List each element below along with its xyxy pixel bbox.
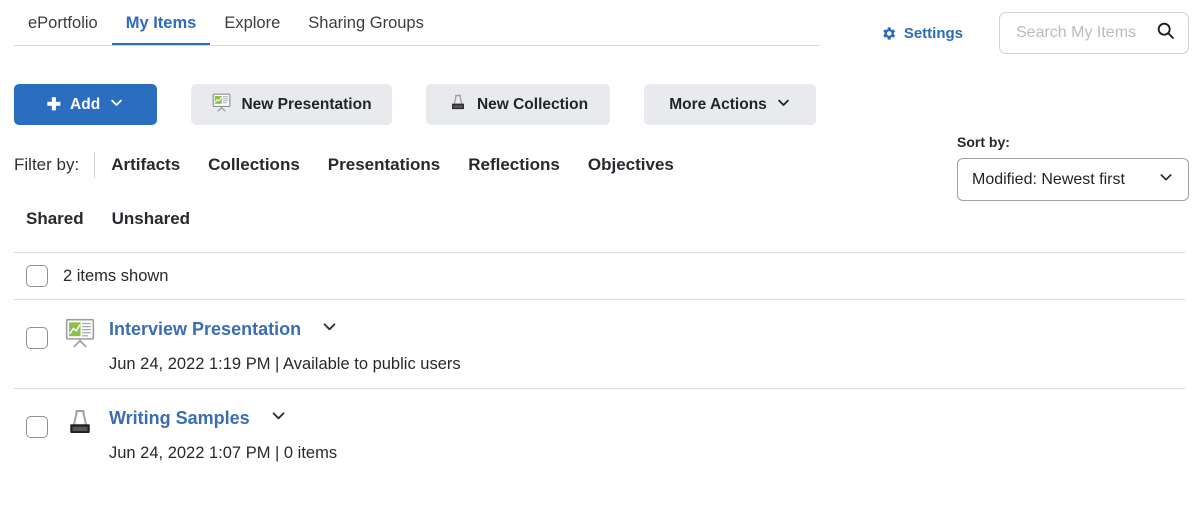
new-presentation-button[interactable]: New Presentation <box>191 84 392 125</box>
share-filter-shared[interactable]: Shared <box>26 209 84 229</box>
chevron-down-icon <box>109 95 124 115</box>
nav-tab-my-items[interactable]: My Items <box>111 0 211 46</box>
chevron-down-icon[interactable] <box>321 318 338 340</box>
chevron-down-icon <box>1158 169 1174 190</box>
filter-item-collections[interactable]: Collections <box>208 155 300 175</box>
list-item-checkbox[interactable] <box>26 327 48 349</box>
presentation-easel-icon <box>211 92 232 118</box>
nav-tab-explore[interactable]: Explore <box>210 0 294 46</box>
chevron-down-icon[interactable] <box>270 407 287 429</box>
header-actions: Settings <box>880 12 1189 54</box>
share-filter-bar: Shared Unshared <box>0 209 1199 229</box>
select-all-checkbox[interactable] <box>26 265 48 287</box>
chevron-down-icon <box>776 95 791 115</box>
list-item-body: Writing Samples Jun 24, 2022 1:07 PM | 0… <box>109 403 337 463</box>
new-presentation-label: New Presentation <box>241 95 372 113</box>
list-item-title-line: Interview Presentation <box>109 314 461 344</box>
top-navigation-bar: ePortfolio My Items Explore Sharing Grou… <box>0 0 1199 54</box>
list-item[interactable]: Interview Presentation Jun 24, 2022 1:19… <box>0 300 1199 388</box>
binder-clip-icon <box>448 92 468 118</box>
list-item[interactable]: Writing Samples Jun 24, 2022 1:07 PM | 0… <box>0 389 1199 477</box>
filter-by-label: Filter by: <box>14 155 80 174</box>
list-item-meta: Jun 24, 2022 1:19 PM | Available to publ… <box>109 355 461 373</box>
list-item-body: Interview Presentation Jun 24, 2022 1:19… <box>109 314 461 374</box>
filter-item-artifacts[interactable]: Artifacts <box>111 155 180 175</box>
filter-item-objectives[interactable]: Objectives <box>588 155 674 175</box>
filter-item-reflections[interactable]: Reflections <box>468 155 560 175</box>
sort-by-control: Sort by: Modified: Newest first <box>957 134 1189 201</box>
settings-button[interactable]: Settings <box>880 25 963 42</box>
select-all-row: 2 items shown <box>0 253 1199 299</box>
nav-bottom-divider <box>14 45 820 46</box>
nav-tabs: ePortfolio My Items Explore Sharing Grou… <box>0 0 438 46</box>
items-shown-label: 2 items shown <box>63 266 169 285</box>
more-actions-label: More Actions <box>669 95 767 113</box>
list-item-meta: Jun 24, 2022 1:07 PM | 0 items <box>109 444 338 462</box>
list-item-checkbox[interactable] <box>26 416 48 438</box>
gear-icon <box>880 25 897 42</box>
sort-by-label: Sort by: <box>957 134 1010 150</box>
nav-tab-sharing-groups[interactable]: Sharing Groups <box>294 0 438 46</box>
search-field[interactable] <box>999 12 1189 54</box>
more-actions-button[interactable]: More Actions <box>644 84 816 125</box>
settings-label: Settings <box>903 24 963 42</box>
plus-icon: ✚ <box>46 95 62 114</box>
list-item-title[interactable]: Writing Samples <box>109 408 250 429</box>
presentation-easel-icon <box>63 316 97 350</box>
nav-tab-eportfolio[interactable]: ePortfolio <box>14 0 112 46</box>
search-input[interactable] <box>1014 23 1150 43</box>
new-collection-label: New Collection <box>476 95 589 113</box>
filter-bar: Filter by: Artifacts Collections Present… <box>0 134 1199 201</box>
add-button[interactable]: ✚ Add <box>14 84 157 125</box>
add-button-label: Add <box>70 95 101 113</box>
share-filter-unshared[interactable]: Unshared <box>112 209 190 229</box>
list-item-title-line: Writing Samples <box>109 403 337 433</box>
search-icon[interactable] <box>1155 20 1176 46</box>
filter-item-presentations[interactable]: Presentations <box>328 155 440 175</box>
action-toolbar: ✚ Add New Presentation New Collection Mo… <box>0 84 1199 125</box>
list-item-title[interactable]: Interview Presentation <box>109 319 301 340</box>
sort-by-select[interactable]: Modified: Newest first <box>957 158 1189 201</box>
binder-clip-icon <box>63 405 97 439</box>
sort-by-selected-value: Modified: Newest first <box>972 170 1125 188</box>
filter-divider <box>94 152 96 178</box>
new-collection-button[interactable]: New Collection <box>426 84 610 125</box>
